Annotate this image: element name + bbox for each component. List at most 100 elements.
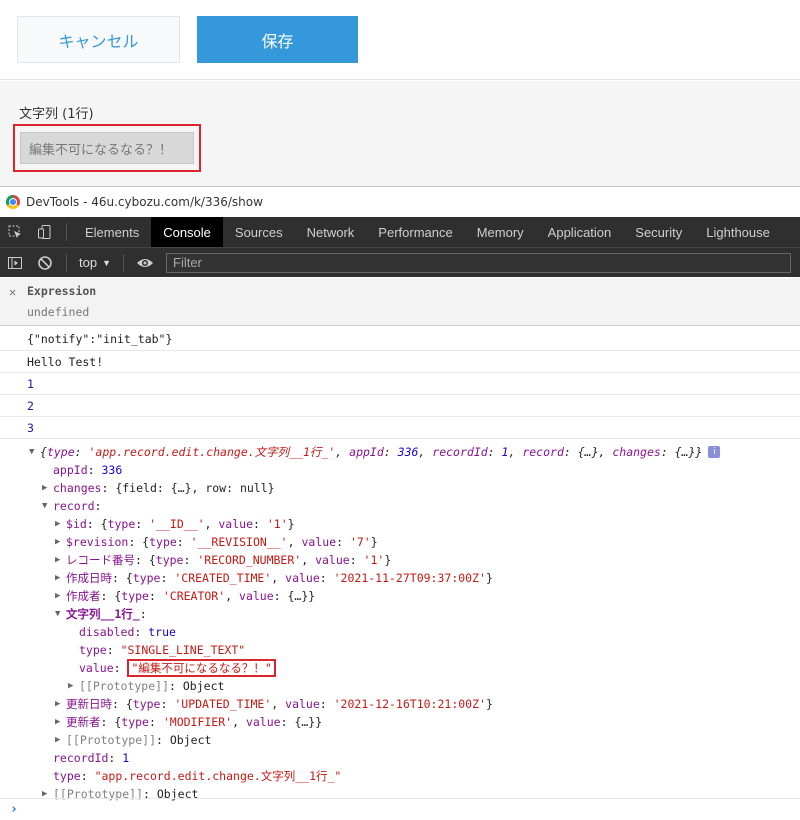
expand-arrow-icon[interactable]: ▶ bbox=[55, 735, 66, 745]
clear-console-icon[interactable] bbox=[30, 248, 60, 278]
prop-key: disabled bbox=[79, 625, 135, 639]
chevron-down-icon: ▼ bbox=[102, 257, 111, 268]
prop-key: value bbox=[79, 661, 114, 675]
device-toolbar-icon[interactable] bbox=[30, 217, 60, 247]
tab-sources[interactable]: Sources bbox=[223, 217, 295, 247]
prop-type: '__ID__' bbox=[149, 517, 205, 531]
prop-value-text: "編集不可になるなる？！" bbox=[131, 661, 272, 675]
prop-value: value: "編集不可になるなる？！" bbox=[0, 659, 800, 677]
prop-field[interactable]: ▶ $revision: {type: '__REVISION__', value… bbox=[0, 533, 800, 551]
prop-key: type bbox=[53, 769, 81, 783]
tab-network[interactable]: Network bbox=[295, 217, 367, 247]
expression-value: undefined bbox=[27, 305, 90, 319]
highlight-box: "編集不可になるなる？！" bbox=[127, 659, 276, 677]
live-expression: ✕ Expression undefined bbox=[0, 278, 800, 326]
chrome-icon bbox=[6, 195, 20, 209]
log-entry: {"notify":"init_tab"} bbox=[0, 327, 800, 351]
log-text: 3 bbox=[27, 420, 34, 435]
console-prompt[interactable]: › bbox=[0, 798, 800, 820]
prop-value: {…} bbox=[287, 589, 309, 603]
inspect-element-icon[interactable] bbox=[0, 217, 30, 247]
prop-value: 1 bbox=[122, 751, 130, 765]
prop-value: '2021-11-27T09:37:00Z' bbox=[333, 571, 486, 585]
prop-value: true bbox=[148, 625, 176, 639]
sidebar-toggle-icon[interactable] bbox=[0, 248, 30, 278]
devtools-window: DevTools - 46u.cybozu.com/k/336/show Ele… bbox=[0, 186, 800, 820]
prop-field[interactable]: ▶ 更新日時: {type: 'UPDATED_TIME', value: '20… bbox=[0, 695, 800, 713]
expand-arrow-icon[interactable]: ▶ bbox=[55, 555, 66, 565]
log-text: 1 bbox=[27, 376, 34, 391]
devtools-titlebar: DevTools - 46u.cybozu.com/k/336/show bbox=[0, 187, 800, 217]
context-value: top bbox=[79, 255, 98, 270]
prop-prototype[interactable]: ▶ [[Prototype]]: Object bbox=[0, 677, 800, 695]
expand-arrow-icon[interactable]: ▶ bbox=[55, 573, 66, 583]
expand-arrow-icon[interactable]: ▶ bbox=[55, 537, 66, 547]
log-text: 2 bbox=[27, 398, 34, 413]
prop-type: '__REVISION__' bbox=[190, 535, 288, 549]
prop-key: 文字列__1行_ bbox=[66, 607, 140, 621]
console-panel: ✕ Expression undefined {"notify":"init_t… bbox=[0, 278, 800, 820]
prop-key: 作成日時 bbox=[66, 571, 112, 585]
prop-value: '1' bbox=[266, 517, 288, 531]
prop-value: "SINGLE_LINE_TEXT" bbox=[120, 643, 246, 657]
divider bbox=[66, 223, 67, 241]
expand-arrow-icon[interactable]: ▶ bbox=[68, 681, 79, 691]
console-toolbar: top ▼ Filter bbox=[0, 247, 800, 277]
prop-key: type bbox=[79, 643, 107, 657]
prop-prototype[interactable]: ▶ [[Prototype]]: Object bbox=[0, 731, 800, 749]
prop-field-expanded[interactable]: ▼ 文字列__1行_: bbox=[0, 605, 800, 623]
tab-performance[interactable]: Performance bbox=[366, 217, 464, 247]
prop-key: 更新者 bbox=[66, 715, 101, 729]
tab-console[interactable]: Console bbox=[151, 217, 223, 247]
context-select[interactable]: top ▼ bbox=[73, 255, 117, 270]
prop-value: Object bbox=[169, 733, 212, 747]
object-summary[interactable]: ▼{type: 'app.record.edit.change.文字列__1行_… bbox=[0, 443, 800, 461]
expand-arrow-icon[interactable]: ▼ bbox=[55, 609, 66, 619]
prop-value: {field: {…}, row: null} bbox=[115, 481, 275, 495]
log-text: {"notify":"init_tab"} bbox=[27, 331, 173, 346]
prop-record[interactable]: ▼ record: bbox=[0, 497, 800, 515]
devtools-tabbar: Elements Console Sources Network Perform… bbox=[0, 217, 800, 247]
text-field-disabled: 編集不可になるなる？！ bbox=[20, 132, 194, 164]
chevron-right-icon: › bbox=[10, 802, 18, 817]
log-entry: Hello Test! bbox=[0, 351, 800, 373]
expand-arrow-icon[interactable]: ▶ bbox=[55, 519, 66, 529]
prop-field[interactable]: ▶ 更新者: {type: 'MODIFIER', value: {…}} bbox=[0, 713, 800, 731]
expand-arrow-icon[interactable]: ▶ bbox=[42, 483, 53, 493]
log-entry: 2 bbox=[0, 395, 800, 417]
prop-field[interactable]: ▶ 作成日時: {type: 'CREATED_TIME', value: '20… bbox=[0, 569, 800, 587]
filter-input[interactable]: Filter bbox=[166, 252, 791, 273]
prop-field[interactable]: ▶ 作成者: {type: 'CREATOR', value: {…}} bbox=[0, 587, 800, 605]
prop-key: 更新日時 bbox=[66, 697, 112, 711]
expand-arrow-icon[interactable]: ▶ bbox=[55, 699, 66, 709]
eye-icon[interactable] bbox=[130, 248, 160, 278]
expand-arrow-icon[interactable]: ▼ bbox=[29, 447, 40, 457]
summary-recordid: 1 bbox=[501, 445, 509, 459]
expression-label: Expression bbox=[27, 284, 97, 298]
cancel-button[interactable]: キャンセル bbox=[17, 16, 180, 63]
prop-key: [[Prototype]] bbox=[66, 733, 157, 747]
prop-field[interactable]: ▶ $id: {type: '__ID__', value: '1'} bbox=[0, 515, 800, 533]
prop-appid: appId: 336 bbox=[53, 463, 123, 477]
prop-value: '1' bbox=[363, 553, 385, 567]
tab-lighthouse[interactable]: Lighthouse bbox=[694, 217, 782, 247]
expand-arrow-icon[interactable]: ▶ bbox=[55, 591, 66, 601]
tab-application[interactable]: Application bbox=[536, 217, 624, 247]
prop-type: 'CREATOR' bbox=[162, 589, 226, 603]
save-button[interactable]: 保存 bbox=[197, 16, 358, 63]
tab-elements[interactable]: Elements bbox=[73, 217, 151, 247]
prop-changes[interactable]: ▶ changes: {field: {…}, row: null} bbox=[0, 479, 800, 497]
prop-key: レコード番号 bbox=[66, 553, 135, 567]
prop-field[interactable]: ▶ レコード番号: {type: 'RECORD_NUMBER', value: … bbox=[0, 551, 800, 569]
close-icon[interactable]: ✕ bbox=[9, 285, 16, 299]
expand-arrow-icon[interactable]: ▶ bbox=[55, 717, 66, 727]
tab-memory[interactable]: Memory bbox=[465, 217, 536, 247]
prop-value: '2021-12-16T10:21:00Z' bbox=[333, 697, 486, 711]
prop-value: "app.record.edit.change.文字列__1行_" bbox=[94, 769, 342, 783]
tab-security[interactable]: Security bbox=[623, 217, 694, 247]
field-label: 文字列 (1行) bbox=[19, 107, 94, 122]
prop-type: 'RECORD_NUMBER' bbox=[197, 553, 302, 567]
expand-arrow-icon[interactable]: ▼ bbox=[42, 501, 53, 511]
prop-value: {…} bbox=[294, 715, 316, 729]
log-entry: 1 bbox=[0, 373, 800, 395]
